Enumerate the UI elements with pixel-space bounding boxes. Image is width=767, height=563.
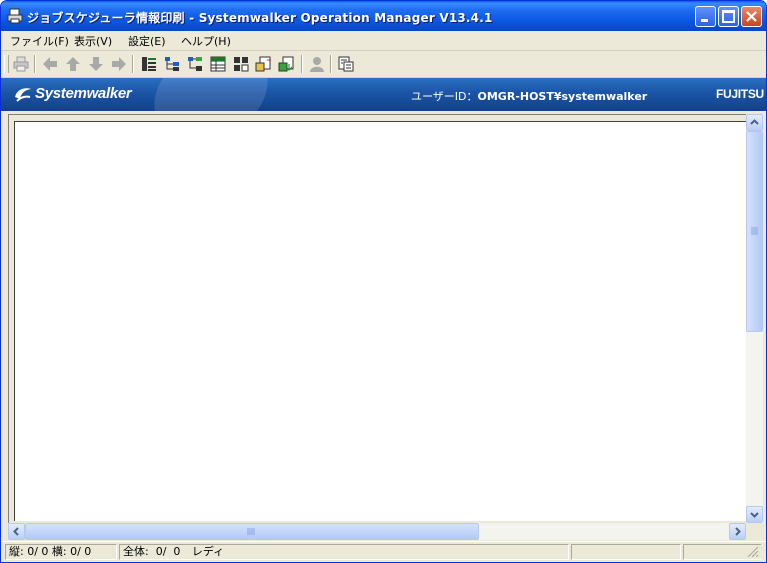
brand-banner: Systemwalker ユーザーID：OMGR-HOST¥systemwalk… bbox=[1, 78, 766, 111]
grip-icon bbox=[751, 227, 758, 235]
maximize-button[interactable] bbox=[718, 6, 739, 27]
scroll-up-button[interactable] bbox=[746, 114, 763, 131]
detail-view-icon[interactable] bbox=[232, 55, 250, 73]
export-icon[interactable] bbox=[255, 55, 273, 73]
toolbar-separator bbox=[301, 55, 303, 73]
printer-app-icon bbox=[7, 8, 23, 24]
arrow-left-icon[interactable] bbox=[41, 55, 59, 73]
scrollbar-corner bbox=[746, 523, 763, 540]
user-id-label: ユーザーID： bbox=[411, 90, 478, 103]
grip-icon bbox=[247, 528, 255, 535]
toolbar-separator bbox=[132, 55, 134, 73]
scroll-right-button[interactable] bbox=[729, 523, 746, 540]
systemwalker-logo-icon bbox=[15, 88, 31, 102]
status-total: 全体: 0/ 0 bbox=[123, 545, 181, 558]
application-window: ジョブスケジューラ情報印刷 - Systemwalker Operation M… bbox=[0, 0, 767, 563]
table-view-icon[interactable] bbox=[209, 55, 227, 73]
import-icon[interactable] bbox=[278, 55, 296, 73]
user-id-value: OMGR-HOST¥systemwalker bbox=[477, 90, 648, 103]
chevron-up-icon bbox=[750, 119, 759, 125]
minimize-icon bbox=[701, 19, 708, 22]
vertical-scroll-thumb[interactable] bbox=[746, 131, 763, 332]
close-icon bbox=[746, 11, 757, 22]
menu-help[interactable]: ヘルプ(H) bbox=[181, 33, 231, 49]
status-bar: 縦: 0/ 0 横: 0/ 0 全体: 0/ 0 レディ bbox=[1, 541, 766, 562]
arrow-down-icon[interactable] bbox=[87, 55, 105, 73]
brand-name: Systemwalker bbox=[35, 85, 132, 102]
tree-view-alt-icon[interactable] bbox=[186, 55, 204, 73]
arrow-up-icon[interactable] bbox=[64, 55, 82, 73]
tree-view-icon[interactable] bbox=[163, 55, 181, 73]
chevron-left-icon bbox=[13, 527, 19, 536]
scroll-down-button[interactable] bbox=[746, 506, 763, 523]
toolbar-grip[interactable] bbox=[4, 55, 9, 73]
menu-view[interactable]: 表示(V) bbox=[74, 33, 112, 49]
properties-icon[interactable] bbox=[337, 55, 355, 73]
maximize-icon bbox=[722, 10, 735, 23]
print-icon[interactable] bbox=[12, 55, 30, 73]
fujitsu-logo: FUJITSU bbox=[716, 87, 764, 101]
list-view-icon[interactable] bbox=[140, 55, 158, 73]
status-panel-main: 全体: 0/ 0 レディ bbox=[119, 544, 569, 560]
banner-decoration bbox=[136, 78, 286, 111]
arrow-right-icon[interactable] bbox=[110, 55, 128, 73]
toolbar-separator bbox=[34, 55, 36, 73]
status-position: 縦: 0/ 0 横: 0/ 0 bbox=[5, 544, 117, 560]
minimize-button[interactable] bbox=[695, 6, 716, 27]
title-bar[interactable]: ジョブスケジューラ情報印刷 - Systemwalker Operation M… bbox=[1, 1, 766, 31]
menu-file[interactable]: ファイル(F) bbox=[10, 33, 69, 49]
toolbar-separator bbox=[330, 55, 332, 73]
toolbar bbox=[1, 51, 766, 78]
status-panel-empty bbox=[571, 544, 681, 560]
chevron-down-icon bbox=[750, 512, 759, 518]
size-grip[interactable] bbox=[683, 544, 761, 560]
menu-bar: ファイル(F) 表示(V) 設定(E) ヘルプ(H) bbox=[1, 31, 766, 51]
scroll-left-button[interactable] bbox=[8, 523, 25, 540]
horizontal-scrollbar[interactable] bbox=[8, 523, 746, 540]
window-title: ジョブスケジューラ情報印刷 - Systemwalker Operation M… bbox=[27, 11, 493, 25]
status-state: レディ bbox=[191, 545, 225, 558]
close-button[interactable] bbox=[741, 6, 762, 27]
user-id: ユーザーID：OMGR-HOST¥systemwalker bbox=[411, 88, 647, 104]
vertical-scrollbar[interactable] bbox=[746, 114, 763, 523]
resize-grip-icon bbox=[747, 546, 759, 558]
horizontal-scroll-thumb[interactable] bbox=[25, 523, 479, 540]
menu-settings[interactable]: 設定(E) bbox=[128, 33, 166, 49]
chevron-right-icon bbox=[735, 527, 741, 536]
user-icon[interactable] bbox=[308, 55, 326, 73]
print-preview-area[interactable] bbox=[14, 121, 746, 521]
